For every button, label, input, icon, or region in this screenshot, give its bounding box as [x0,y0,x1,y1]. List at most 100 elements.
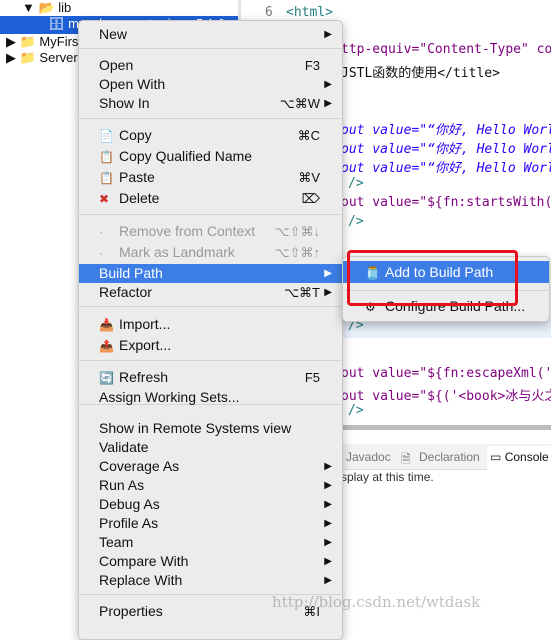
menu-item-delete[interactable]: ✖ Delete ⌦ [79,189,342,208]
menu-label: Export... [119,337,172,353]
code-line: out value="“你好, Hello Worl [341,142,551,157]
menu-label: Copy Qualified Name [119,148,253,164]
menu-item-new[interactable]: New ▶ [79,25,342,44]
menu-label: Delete [119,190,160,206]
code-line: /> [348,403,364,418]
menu-item-refresh[interactable]: 🔄 Refresh F5 [79,368,342,387]
export-icon: 📤 [99,339,114,353]
watermark: http://blog.csdn.net/wtdask [272,593,481,611]
menu-label: Show in Remote Systems view [99,420,292,436]
code-line: out value="${('<book>冰与火之 [341,389,551,404]
menu-item-show-in-remote-systems-view[interactable]: Show in Remote Systems view [79,419,342,438]
menu-item-assign-working-sets[interactable]: Assign Working Sets... [79,388,342,407]
menu-label: Validate [99,439,149,455]
submenu-arrow-icon: ▶ [324,518,332,529]
console-icon: ▭ [490,450,502,464]
menu-item-copy-qualified-name[interactable]: 📋 Copy Qualified Name [79,147,342,166]
menu-label: Refactor [99,284,152,300]
annotation-highlight-box [347,250,518,306]
menu-label: Refresh [119,369,169,385]
code-line: <html> [286,5,333,20]
menu-item-coverage-as[interactable]: Coverage As ▶ [79,457,342,476]
menu-item-paste[interactable]: 📋 Paste ⌘V [79,168,342,187]
menu-separator [79,306,342,307]
submenu-arrow-icon: ▶ [324,268,332,279]
menu-separator [79,118,342,119]
menu-label: Assign Working Sets... [99,389,240,405]
code-line: /> [348,214,364,229]
tab-label: Console [504,450,549,464]
code-line: out value="“你好, Hello Worl [341,161,551,176]
line-number: 6 [265,5,273,20]
menu-item-import[interactable]: 📥 Import... [79,315,342,334]
menu-label: Open [99,57,134,73]
code-line: ttp-equiv="Content-Type" co [341,42,551,57]
menu-label: Profile As [99,515,159,531]
menu-separator [79,48,342,49]
shortcut: ⌘C [297,128,320,143]
menu-label: Compare With [99,553,189,569]
submenu-arrow-icon: ▶ [324,499,332,510]
submenu-arrow-icon: ▶ [324,287,332,298]
copy-qualified-icon: 📋 [99,150,114,164]
shortcut: F5 [304,370,320,385]
menu-label: New [99,26,128,42]
menu-item-remove-from-context[interactable]: · Remove from Context ⌥⇧⌘↓ [79,222,342,241]
code-line: /> [348,176,364,191]
declaration-icon: 🗎 [401,452,411,466]
tree-item-lib[interactable]: ▼ 📂 lib [22,0,71,16]
tree-item-servers[interactable]: ▶ 📁 Servers [6,50,84,66]
menu-label: Import... [119,316,171,332]
menu-label: Build Path [99,265,163,281]
submenu-arrow-icon: ▶ [324,480,332,491]
menu-label: Properties [99,603,163,619]
delete-icon: ✖ [99,192,110,206]
menu-item-debug-as[interactable]: Debug As ▶ [79,495,342,514]
tab-console[interactable]: ▭ Console [487,446,551,470]
menu-item-team[interactable]: Team ▶ [79,533,342,552]
menu-item-copy[interactable]: 📄 Copy ⌘C [79,126,342,145]
menu-label: Run As [99,477,145,493]
code-line: out value="${fn:startsWith( [341,195,551,210]
menu-item-open-with[interactable]: Open With ▶ [79,75,342,94]
menu-item-show-in[interactable]: Show In ⌥⌘W ▶ [79,94,342,113]
menu-item-mark-as-landmark[interactable]: · Mark as Landmark ⌥⇧⌘↑ [79,243,342,262]
shortcut: ⌥⌘T [284,285,320,300]
menu-item-profile-as[interactable]: Profile As ▶ [79,514,342,533]
menu-label: Show In [99,95,150,111]
menu-item-build-path[interactable]: Build Path ▶ [79,264,342,283]
menu-label: Paste [119,169,155,185]
shortcut: ⌦ [301,191,320,206]
submenu-arrow-icon: ▶ [324,537,332,548]
menu-label: Replace With [99,572,183,588]
menu-item-export[interactable]: 📤 Export... [79,336,342,355]
submenu-arrow-icon: ▶ [324,461,332,472]
menu-item-compare-with[interactable]: Compare With ▶ [79,552,342,571]
menu-label: Coverage As [99,458,180,474]
menu-item-open[interactable]: Open F3 [79,56,342,75]
submenu-arrow-icon: ▶ [324,29,332,40]
refresh-icon: 🔄 [99,371,114,385]
menu-icon: · [99,246,103,260]
menu-label: Team [99,534,134,550]
shortcut: ⌥⇧⌘↓ [274,224,320,239]
menu-label: Remove from Context [119,223,256,239]
code-line: out value="“你好, Hello Worl [341,123,551,138]
menu-label: Copy [119,127,152,143]
console-message: splay at this time. [341,470,434,484]
code-line: out value="${fn:escapeXml(' [341,366,551,381]
menu-label: Debug As [99,496,160,512]
menu-item-run-as[interactable]: Run As ▶ [79,476,342,495]
menu-separator [79,360,342,361]
submenu-arrow-icon: ▶ [324,575,332,586]
menu-item-refactor[interactable]: Refactor ⌥⌘T ▶ [79,283,342,302]
tab-declaration[interactable]: Declaration [419,450,480,464]
tab-javadoc[interactable]: Javadoc [346,450,391,464]
submenu-arrow-icon: ▶ [324,556,332,567]
paste-icon: 📋 [99,171,114,185]
context-menu: New ▶ Open F3 Open With ▶ Show In ⌥⌘W ▶ 📄 Copy ⌘C 📋 C… [78,20,343,640]
code-line: JSTL函数的使用</title> [341,66,500,81]
menu-label: Open With [99,76,166,92]
menu-item-replace-with[interactable]: Replace With ▶ [79,571,342,590]
menu-item-validate[interactable]: Validate [79,438,342,457]
